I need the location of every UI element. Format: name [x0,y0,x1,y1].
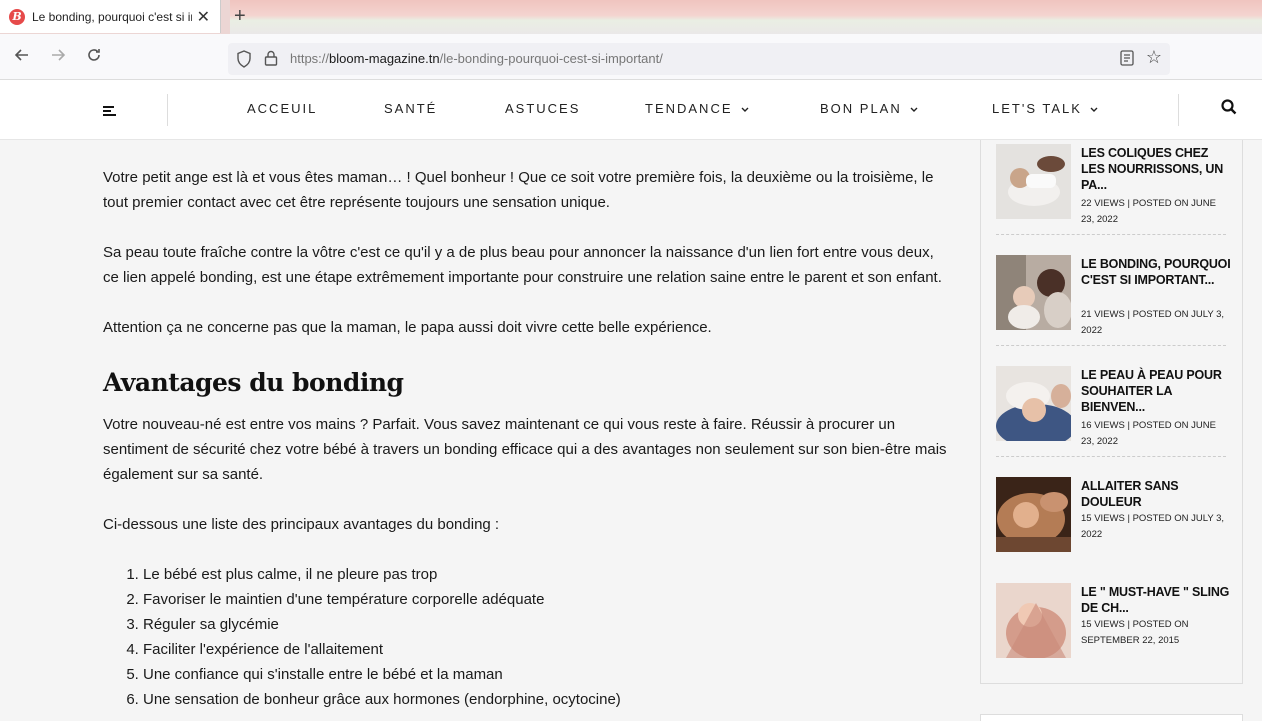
post-meta: 16 VIEWS | POSTED ON JUNE 23, 2022 [1081,420,1216,447]
url-text[interactable]: https://bloom-magazine.tn/le-bonding-pou… [290,51,663,66]
url-host: bloom-magazine.tn [329,51,440,66]
list-item: Réguler sa glycémie [143,612,953,637]
browser-tab-bar: B Le bonding, pourquoi c'est si importan… [0,0,1262,34]
nav-item-sante[interactable]: SANTÉ [384,101,437,116]
post-meta: 15 VIEWS | POSTED ON JULY 3, 2022 [1081,513,1225,540]
nav-label: ACCEUIL [247,101,318,116]
nav-item-acceuil[interactable]: ACCEUIL [247,101,317,116]
post-thumbnail[interactable] [996,477,1071,552]
nav-label: BON PLAN [820,101,902,116]
back-arrow-icon[interactable] [13,46,31,69]
post-meta: 22 VIEWS | POSTED ON JUNE 23, 2022 [1081,198,1216,225]
divider [1178,94,1179,126]
close-tab-icon[interactable]: ✕ [197,7,210,27]
post-thumbnail[interactable] [996,583,1071,658]
popular-posts-sidebar: LES COLIQUES CHEZ LES NOURRISSONS, UN PA… [980,140,1243,684]
article-paragraph: Attention ça ne concerne pas que la mama… [103,319,712,336]
article-paragraph: Votre nouveau-né est entre vos mains ? P… [103,416,947,483]
divider [996,234,1226,235]
article-paragraph: Votre petit ange est là et vous êtes mam… [103,169,934,211]
post-title[interactable]: LES COLIQUES CHEZ LES NOURRISSONS, UN PA… [1081,145,1231,193]
browser-tab-active[interactable]: B Le bonding, pourquoi c'est si importan… [0,0,221,33]
reader-view-icon[interactable] [1120,50,1134,71]
shield-icon[interactable] [236,50,252,73]
post-title[interactable]: LE BONDING, POURQUOI C'EST SI IMPORTANT.… [1081,256,1231,288]
site-header: ACCEUIL SANTÉ ASTUCES TENDANCE BON PLAN … [0,80,1262,140]
plus-icon[interactable]: + [234,5,246,28]
chevron-down-icon [910,107,918,112]
divider [996,345,1226,346]
lock-icon[interactable] [264,49,278,72]
url-scheme: https:// [290,51,330,66]
nav-label: TENDANCE [645,101,733,116]
chevron-down-icon [741,107,749,112]
nav-label: SANTÉ [384,101,438,116]
post-title[interactable]: LE PEAU À PEAU POUR SOUHAITER LA BIENVEN… [1081,367,1231,415]
post-meta: 21 VIEWS | POSTED ON JULY 3, 2022 [1081,309,1225,336]
forward-arrow-icon[interactable] [49,46,67,69]
url-path: /le-bonding-pourquoi-cest-si-important/ [439,51,663,66]
divider [996,456,1226,457]
nav-item-bon-plan[interactable]: BON PLAN [820,101,918,116]
nav-item-lets-talk[interactable]: LET'S TALK [992,101,1098,116]
chevron-down-icon [1090,107,1098,112]
post-meta: 15 VIEWS | POSTED ON SEPTEMBER 22, 2015 [1081,619,1189,646]
tab-bar-background [230,0,1262,34]
article-paragraph: Sa peau toute fraîche contre la vôtre c'… [103,244,942,286]
browser-toolbar: https://bloom-magazine.tn/le-bonding-pou… [0,34,1262,80]
list-item: Faciliter l'expérience de l'allaitement [143,637,953,662]
nav-item-astuces[interactable]: ASTUCES [505,101,580,116]
nav-label: LET'S TALK [992,101,1082,116]
sidebar-widget [980,714,1243,721]
list-item: Une sensation de bonheur grâce aux hormo… [143,687,953,712]
post-title[interactable]: ALLAITER SANS DOULEUR [1081,478,1231,510]
bookmark-star-icon[interactable]: ☆ [1146,47,1162,68]
section-heading: Avantages du bonding [103,368,404,397]
post-thumbnail[interactable] [996,255,1071,330]
hamburger-menu-icon[interactable] [103,106,116,118]
benefits-list: Le bébé est plus calme, il ne pleure pas… [103,562,953,712]
list-item: Une confiance qui s'installe entre le bé… [143,662,953,687]
post-title[interactable]: LE " MUST-HAVE " SLING DE CH... [1081,584,1231,616]
reload-icon[interactable] [85,46,103,69]
tab-title: Le bonding, pourquoi c'est si important [32,9,192,24]
nav-label: ASTUCES [505,101,581,116]
post-thumbnail[interactable] [996,366,1071,441]
nav-item-tendance[interactable]: TENDANCE [645,101,749,116]
list-item: Le bébé est plus calme, il ne pleure pas… [143,562,953,587]
list-item: Favoriser le maintien d'une température … [143,587,953,612]
site-favicon-icon: B [9,8,25,25]
post-thumbnail[interactable] [996,144,1071,219]
address-bar[interactable]: https://bloom-magazine.tn/le-bonding-pou… [228,43,1170,75]
search-icon[interactable] [1221,99,1237,120]
article-paragraph: Ci-dessous une liste des principaux avan… [103,516,500,533]
divider [167,94,168,126]
